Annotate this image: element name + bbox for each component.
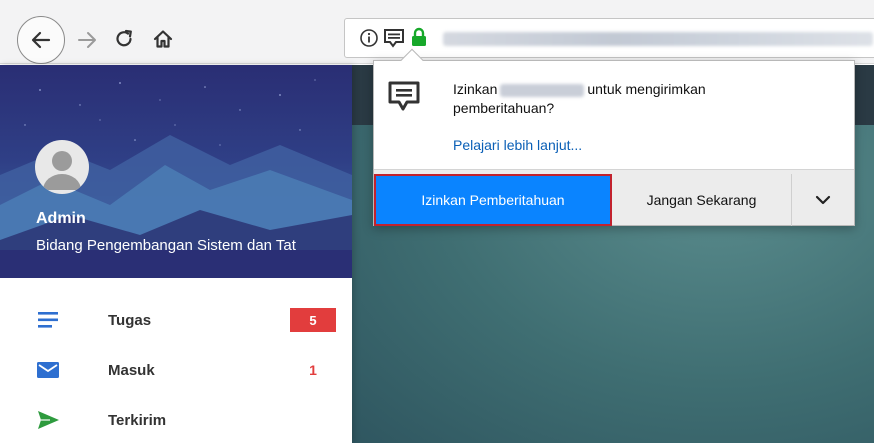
user-icon	[43, 151, 81, 190]
menu-label: Tugas	[108, 311, 152, 329]
avatar[interactable]	[35, 140, 89, 194]
list-icon	[38, 312, 58, 328]
reload-icon	[116, 29, 132, 47]
home-button[interactable]	[150, 26, 176, 52]
sidebar: Admin Bidang Pengembangan Sistem dan Tat…	[0, 65, 352, 443]
message-line2: pemberitahuan?	[453, 100, 555, 116]
user-organization: Bidang Pengembangan Sistem dan Tat	[36, 237, 296, 254]
menu-item-terkirim[interactable]: Terkirim	[0, 395, 352, 443]
tugas-count-badge: 5	[290, 308, 336, 332]
back-button[interactable]	[17, 16, 65, 64]
browser-toolbar	[0, 0, 874, 64]
mail-icon	[37, 362, 59, 378]
more-options-button[interactable]	[792, 174, 854, 226]
info-icon[interactable]	[359, 28, 379, 48]
menu-label: Masuk	[108, 361, 155, 379]
arrow-left-icon	[31, 31, 51, 49]
forward-button[interactable]	[74, 28, 100, 52]
popup-actions: Izinkan Pemberitahuan Jangan Sekarang	[374, 169, 854, 226]
menu-label: Terkirim	[108, 411, 167, 429]
url-bar[interactable]	[344, 18, 874, 58]
message-suffix: untuk mengirimkan	[587, 81, 706, 97]
chevron-down-icon	[815, 195, 831, 205]
menu-item-tugas[interactable]: Tugas 5	[0, 295, 352, 345]
url-text-blurred[interactable]	[443, 32, 873, 46]
message-prefix: Izinkan	[453, 81, 498, 97]
menu-item-masuk[interactable]: Masuk 1	[0, 345, 352, 395]
arrow-right-icon	[78, 32, 96, 48]
not-now-button[interactable]: Jangan Sekarang	[612, 174, 792, 226]
home-icon	[153, 30, 173, 48]
learn-more-link[interactable]: Pelajari lebih lanjut...	[453, 137, 582, 153]
user-name: Admin	[36, 210, 86, 227]
masuk-count-badge: 1	[309, 362, 317, 378]
blurred-site-name	[500, 83, 585, 97]
lock-icon[interactable]	[411, 27, 427, 47]
send-icon	[38, 411, 59, 429]
profile-header: Admin Bidang Pengembangan Sistem dan Tat	[0, 65, 352, 278]
notification-permission-icon[interactable]	[383, 27, 405, 49]
permission-message: Izinkan untuk mengirimkan pemberitahuan?	[453, 80, 833, 118]
notification-message-icon	[388, 81, 420, 111]
notification-permission-popup: Izinkan untuk mengirimkan pemberitahuan? …	[373, 48, 855, 226]
reload-button[interactable]	[111, 26, 137, 52]
allow-notifications-button[interactable]: Izinkan Pemberitahuan	[374, 174, 612, 226]
